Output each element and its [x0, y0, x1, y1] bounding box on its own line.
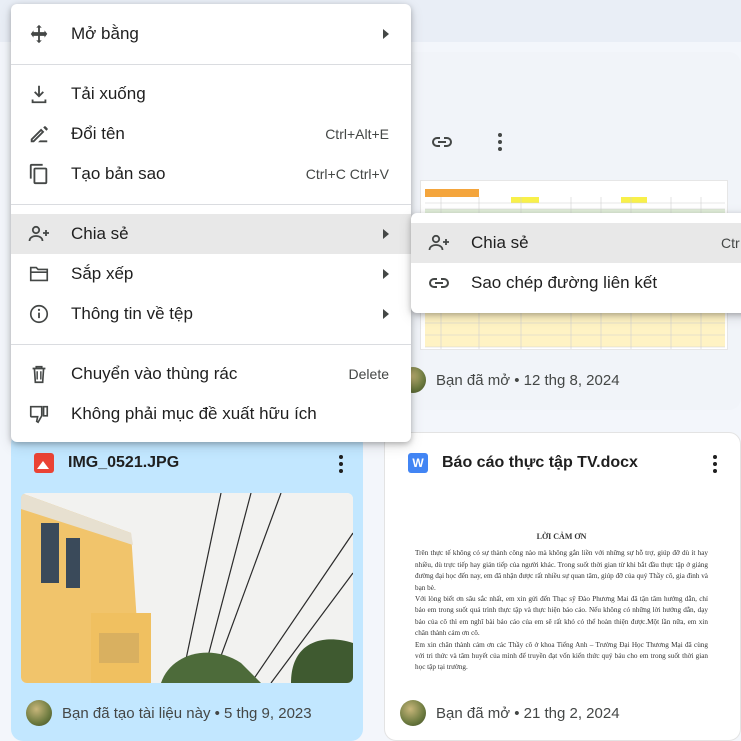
link-icon[interactable] [430, 130, 454, 154]
doc-heading: LỜI CẢM ƠN [536, 532, 587, 541]
menu-item-rename[interactable]: Đổi tên Ctrl+Alt+E [11, 114, 411, 154]
doc-paragraph: Em xin chân thành cảm ơn các Thầy cô ở k… [415, 640, 708, 672]
doc-paragraph: Trên thực tế không có sự thành công nào … [415, 549, 708, 592]
menu-item-shortcut: Ctrl+Alt+E [325, 126, 389, 142]
menu-item-shortcut: Delete [348, 366, 389, 382]
more-vert-icon[interactable] [329, 452, 353, 476]
owner-text: Bạn đã mở • 21 thg 2, 2024 [436, 704, 620, 722]
owner-row: Bạn đã mở • 12 thg 8, 2024 [400, 367, 620, 393]
card-toolbar [430, 130, 512, 154]
menu-item-label: Tạo bản sao [71, 164, 166, 183]
chevron-right-icon [383, 29, 389, 39]
document-thumbnail: LỜI CẢM ƠN Trên thực tế không có sự thàn… [395, 493, 728, 683]
owner-row: Bạn đã mở • 21 thg 2, 2024 [400, 700, 620, 726]
card-title: IMG_0521.JPG [34, 453, 179, 473]
thumb-down-icon [27, 402, 51, 426]
chevron-right-icon [383, 269, 389, 279]
chevron-right-icon [383, 229, 389, 239]
submenu-item-label: Chia sẻ [471, 233, 529, 252]
menu-item-label: Chia sẻ [71, 224, 129, 243]
menu-item-label: Không phải mục đề xuất hữu ích [71, 404, 317, 423]
submenu-item-copy-link[interactable]: Sao chép đường liên kết [411, 263, 741, 303]
share-person-icon [27, 222, 51, 246]
chevron-right-icon [383, 309, 389, 319]
menu-item-file-info[interactable]: Thông tin về tệp [11, 294, 411, 334]
submenu-item-shortcut: Ctr [721, 235, 740, 251]
owner-text: Bạn đã tạo tài liệu này • 5 thg 9, 2023 [62, 704, 312, 722]
image-file-icon [34, 453, 54, 473]
menu-item-download[interactable]: Tải xuống [11, 74, 411, 114]
word-file-icon: W [408, 453, 428, 473]
copy-icon [27, 162, 51, 186]
menu-item-shortcut: Ctrl+C Ctrl+V [305, 166, 389, 182]
trash-icon [27, 362, 51, 386]
menu-item-label: Đổi tên [71, 124, 125, 143]
owner-text: Bạn đã mở • 12 thg 8, 2024 [436, 371, 620, 389]
rename-icon [27, 122, 51, 146]
link-icon [427, 271, 451, 295]
menu-divider [11, 64, 411, 65]
menu-item-label: Mở bằng [71, 24, 139, 43]
avatar [400, 700, 426, 726]
menu-item-make-copy[interactable]: Tạo bản sao Ctrl+C Ctrl+V [11, 154, 411, 194]
menu-item-not-helpful[interactable]: Không phải mục đề xuất hữu ích [11, 394, 411, 434]
menu-item-label: Thông tin về tệp [71, 304, 193, 323]
menu-item-move-to-trash[interactable]: Chuyển vào thùng rác Delete [11, 354, 411, 394]
info-icon [27, 302, 51, 326]
file-name: Báo cáo thực tập TV.docx [442, 454, 638, 471]
menu-item-share[interactable]: Chia sẻ [11, 214, 411, 254]
more-vert-icon[interactable] [488, 130, 512, 154]
submenu-item-label: Sao chép đường liên kết [471, 273, 658, 292]
menu-item-label: Chuyển vào thùng rác [71, 364, 238, 383]
more-vert-icon[interactable] [703, 452, 727, 476]
submenu-item-share[interactable]: Chia sẻ Ctr [411, 223, 741, 263]
doc-paragraph: Với lòng biết ơn sâu sắc nhất, em xin gử… [415, 595, 708, 638]
menu-divider [11, 204, 411, 205]
owner-row: Bạn đã tạo tài liệu này • 5 thg 9, 2023 [26, 700, 312, 726]
menu-item-open-with[interactable]: Mở bằng [11, 14, 411, 54]
menu-item-label: Tải xuống [71, 84, 146, 103]
share-submenu: Chia sẻ Ctr Sao chép đường liên kết [411, 213, 741, 313]
open-with-icon [27, 22, 51, 46]
card-title: W Báo cáo thực tập TV.docx [408, 453, 638, 473]
folder-icon [27, 262, 51, 286]
context-menu: Mở bằng Tải xuống Đổi tên Ctrl+Alt+E Tạo… [11, 4, 411, 442]
file-name: IMG_0521.JPG [68, 454, 180, 471]
menu-item-label: Sắp xếp [71, 264, 134, 283]
image-thumbnail [21, 493, 353, 683]
share-person-icon [427, 231, 451, 255]
menu-item-organize[interactable]: Sắp xếp [11, 254, 411, 294]
download-icon [27, 82, 51, 106]
menu-divider [11, 344, 411, 345]
avatar [26, 700, 52, 726]
